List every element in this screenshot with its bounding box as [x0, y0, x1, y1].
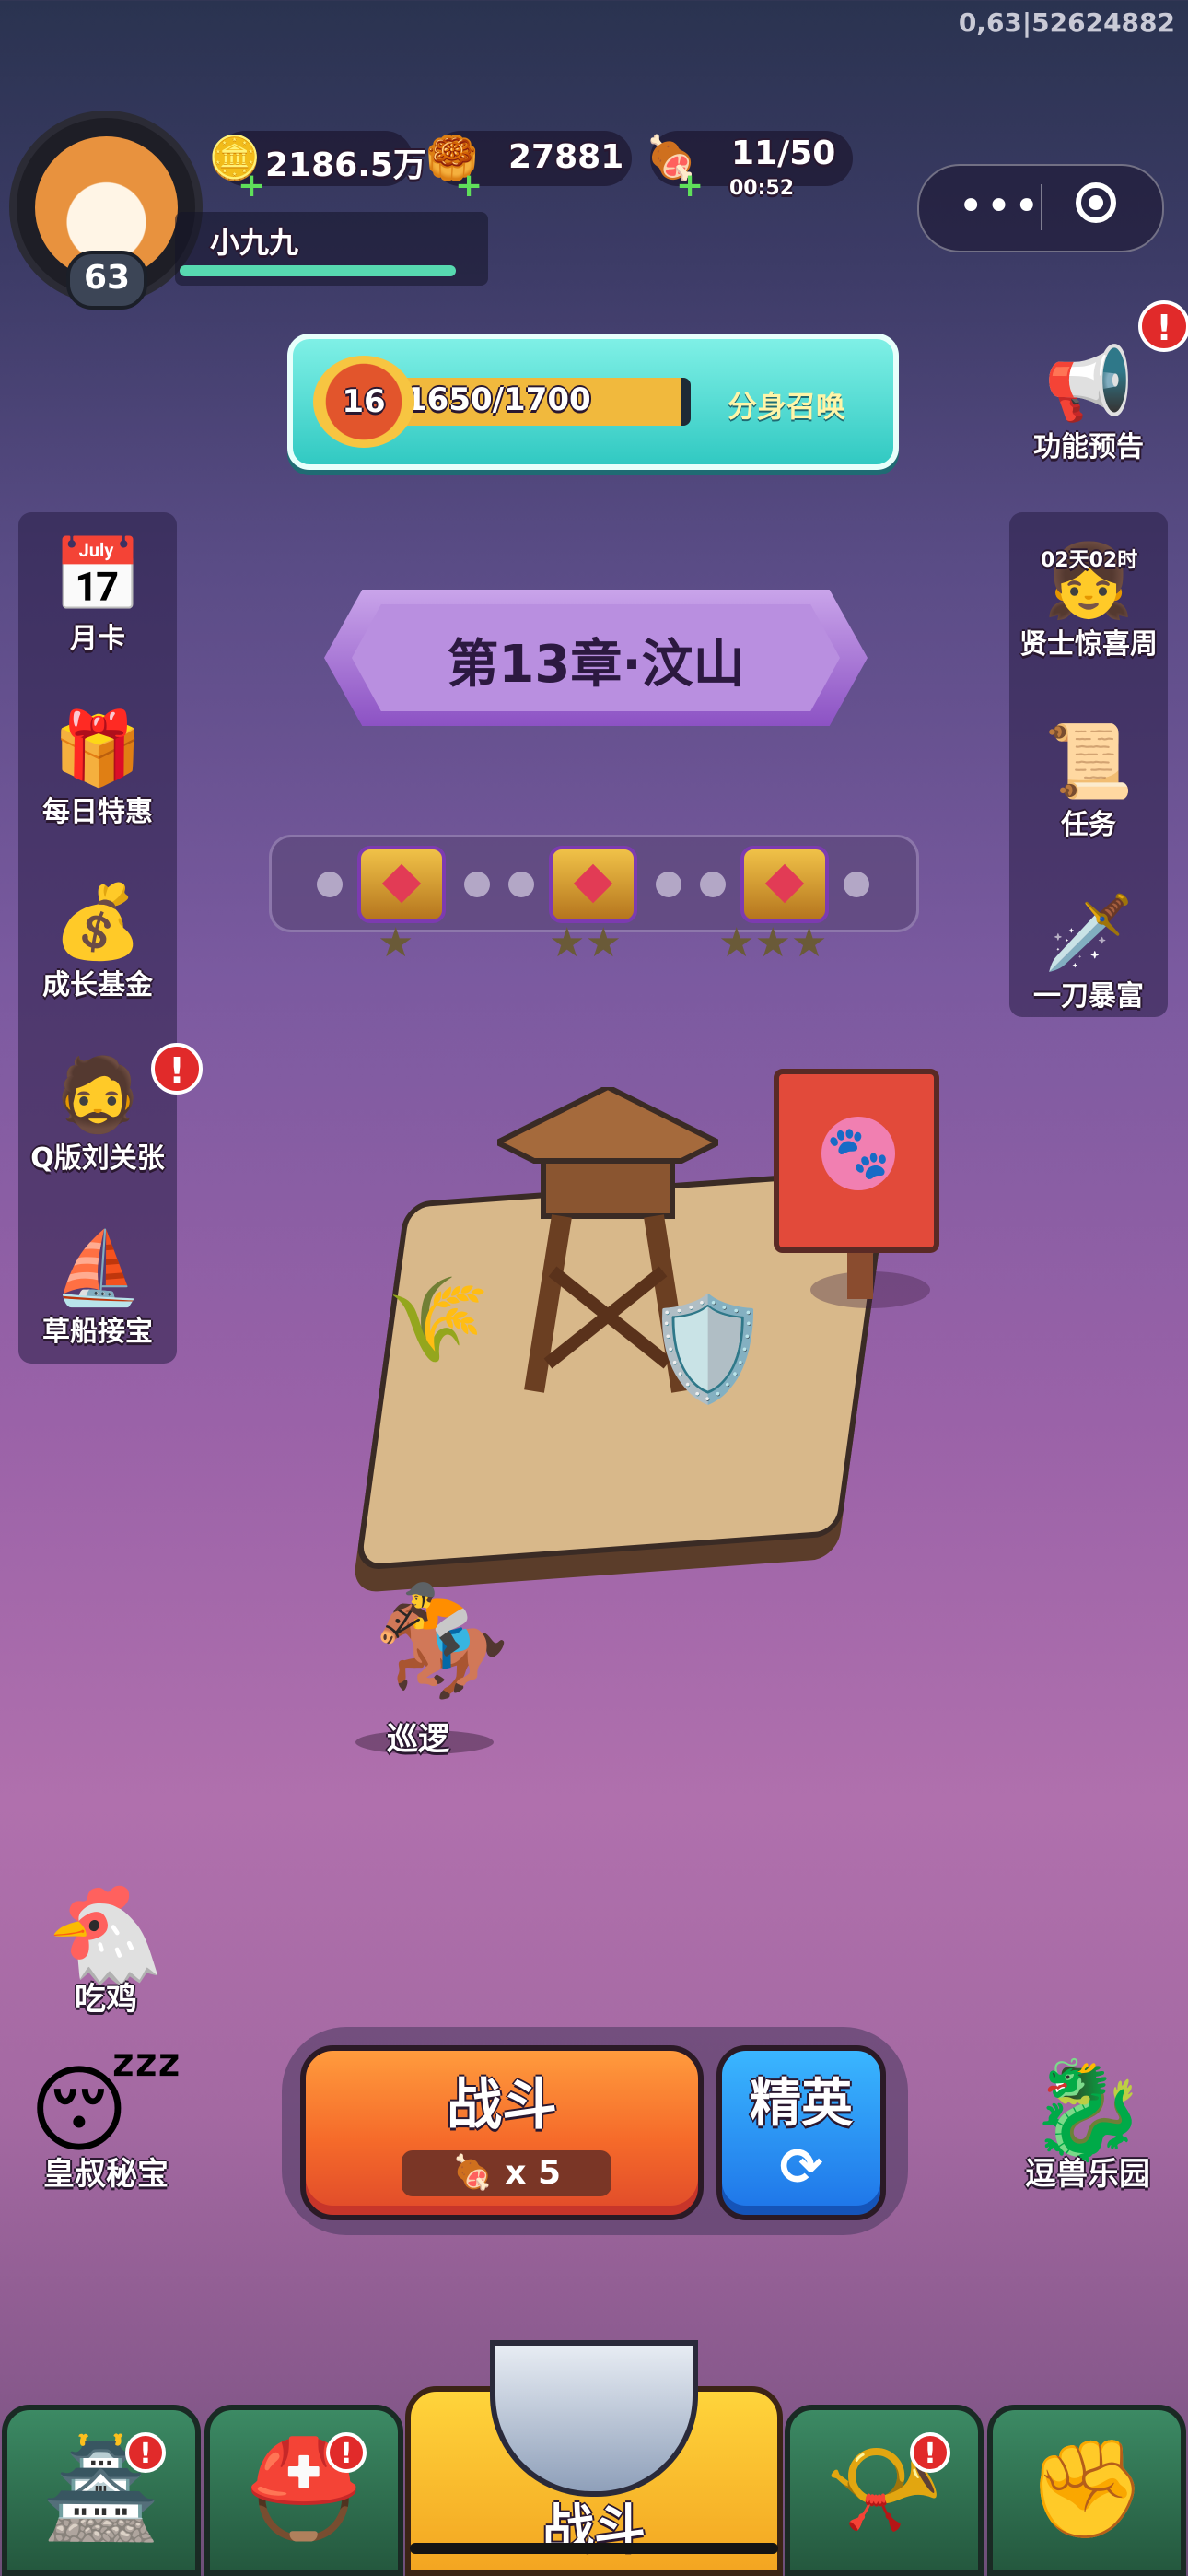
summon-progress-text: 1650/1700 [405, 381, 591, 418]
scroll-icon: 📜 [1043, 720, 1134, 803]
alert-badge: ! [151, 1043, 203, 1095]
fund-hero-icon: 💰 [52, 880, 143, 964]
stamina-value: 11/50 [731, 135, 836, 172]
side-label: 功能预告 [1033, 431, 1144, 463]
stamina-timer: 00:52 [729, 177, 795, 200]
calendar-card-icon: 📅 [52, 533, 143, 617]
player-xp-bar [180, 265, 456, 276]
knife-treasure-icon: 🗡️ [1043, 891, 1134, 975]
meat-icon: 🍖 [451, 2154, 506, 2192]
task-button[interactable]: 📜 任务 [1009, 711, 1168, 842]
alert-badge: ! [910, 2432, 950, 2473]
three-heroes-icon: 🧔 [52, 1053, 143, 1137]
growth-fund-button[interactable]: 💰 成长基金 [18, 872, 177, 1002]
track-dot [508, 872, 534, 897]
star-chest-2[interactable] [549, 846, 637, 923]
month-card-button[interactable]: 📅 月卡 [18, 525, 177, 656]
uncle-treasure-button[interactable]: 😴 皇叔秘宝 [28, 2055, 184, 2194]
patrol-label: 巡逻 [387, 1721, 449, 1758]
side-label: 每日特惠 [42, 796, 153, 828]
sage-week-timer: 02天02时 [1041, 549, 1138, 572]
lower-label: 皇叔秘宝 [43, 2156, 169, 2193]
alert-badge: ! [326, 2432, 367, 2473]
megaphone-girl-icon: 📢 [1043, 342, 1134, 426]
armored-guard-icon: 🛡️ [645, 1290, 771, 1408]
elite-label: 精英 [750, 2074, 853, 2134]
battle-cost: 🍖 x 5 [402, 2150, 611, 2196]
home-indicator [410, 2543, 778, 2554]
palace-icon: 🏯 [41, 2432, 161, 2545]
side-label: 月卡 [70, 623, 125, 655]
side-label: 成长基金 [42, 969, 153, 1001]
track-dot [317, 872, 343, 897]
capsule-divider [1041, 184, 1042, 230]
side-label: 草船接宝 [42, 1316, 153, 1348]
star-icon: ★★ [549, 919, 622, 966]
gift-bag-icon: 🎁 [52, 707, 143, 790]
side-label: 任务 [1061, 809, 1116, 841]
track-dot [700, 872, 726, 897]
summon-label: 分身召唤 [728, 389, 846, 424]
side-label: Q版刘关张 [30, 1142, 165, 1175]
side-label: 一刀暴富 [1033, 980, 1144, 1013]
track-dot [656, 872, 681, 897]
paw-icon: 🐾 [821, 1117, 895, 1190]
track-dot [844, 872, 869, 897]
chapter-title: 第13章·汶山 [447, 635, 745, 695]
helmet-icon: ⛑️ [244, 2432, 364, 2545]
silver-value: 2186.5万 [265, 146, 426, 184]
player-name: 小九九 [210, 225, 299, 260]
track-dot [464, 872, 490, 897]
star-icon: ★★★ [718, 919, 828, 966]
lower-label: 逗兽乐园 [1025, 2156, 1150, 2193]
grass-icon: 🌾 [387, 1271, 491, 1368]
side-label: 贤士惊喜周 [1019, 628, 1158, 661]
chicken-button[interactable]: 🐔 吃鸡 [28, 1879, 184, 2019]
target-dot [1089, 195, 1103, 210]
version-text: 0,63|52624882 [958, 7, 1175, 38]
beast-park-button[interactable]: 🐉 逗兽乐园 [1009, 2055, 1166, 2194]
add-silver-icon[interactable]: + [238, 170, 265, 203]
star-chest-3[interactable] [740, 846, 829, 923]
refresh-icon: ⟳ [779, 2137, 823, 2197]
fist-growth-icon: ✊ [1027, 2432, 1147, 2545]
knife-fortune-button[interactable]: 🗡️ 一刀暴富 [1009, 883, 1168, 1013]
gold-value: 27881 [508, 138, 624, 176]
alert-badge: ! [1138, 300, 1188, 352]
straw-boat-icon: ⛵ [52, 1226, 143, 1310]
battle-cost-value: x 5 [505, 2154, 562, 2192]
feature-preview-button[interactable]: 📢 功能预告 [1009, 334, 1168, 464]
summon-level-badge: 16 [313, 356, 414, 448]
star-chest-1[interactable] [357, 846, 446, 923]
add-stamina-icon[interactable]: + [676, 170, 704, 203]
straw-boat-button[interactable]: ⛵ 草船接宝 [18, 1218, 177, 1349]
battle-label: 战斗 [447, 2073, 557, 2137]
star-icon: ★ [378, 919, 414, 966]
alert-badge: ! [125, 2432, 166, 2473]
horn-stars-icon: 📯 [824, 2432, 944, 2545]
player-level-badge: 63 [66, 251, 147, 310]
add-gold-icon[interactable]: + [455, 170, 483, 203]
daily-deal-button[interactable]: 🎁 每日特惠 [18, 698, 177, 829]
more-menu-button[interactable]: ••• [958, 181, 1042, 232]
